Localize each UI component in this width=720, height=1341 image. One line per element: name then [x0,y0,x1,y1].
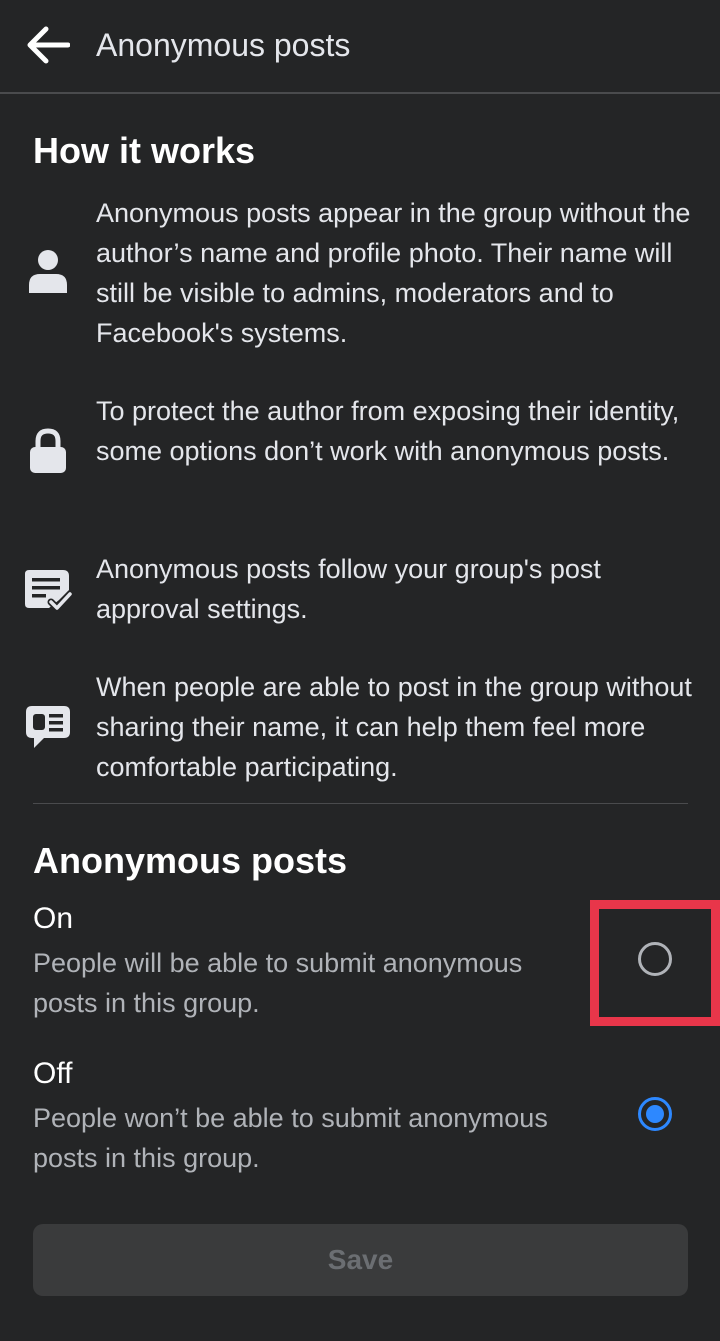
back-button[interactable] [22,20,74,70]
info-text: Anonymous posts follow your group's post… [96,554,601,624]
page-title: Anonymous posts [96,27,351,63]
anonymous-posts-heading: Anonymous posts [33,840,348,881]
section-divider [33,803,688,804]
how-it-works-heading: How it works [33,130,256,171]
option-description: People will be able to submit anonymous … [33,948,523,1018]
anonymous-posts-screen: Anonymous posts How it works Anonymous p… [0,0,720,1341]
arrow-left-icon [27,26,70,64]
info-text: To protect the author from exposing thei… [96,396,680,466]
radio-off[interactable] [638,1097,672,1131]
post-approval-icon [22,563,74,615]
option-title: On [33,902,74,935]
info-text: Anonymous posts appear in the group with… [96,198,691,348]
option-title: Off [33,1057,73,1090]
lock-icon [22,425,74,477]
option-description: People won’t be able to submit anonymous… [33,1103,548,1173]
highlight-annotation [590,900,720,1026]
chat-bubble-icon [22,701,74,753]
save-button[interactable]: Save [33,1224,688,1296]
top-app-bar: Anonymous posts [0,0,720,94]
info-text: When people are able to post in the grou… [96,672,692,782]
option-off[interactable]: Off People won’t be able to submit anony… [0,1055,720,1185]
person-icon [22,245,74,297]
